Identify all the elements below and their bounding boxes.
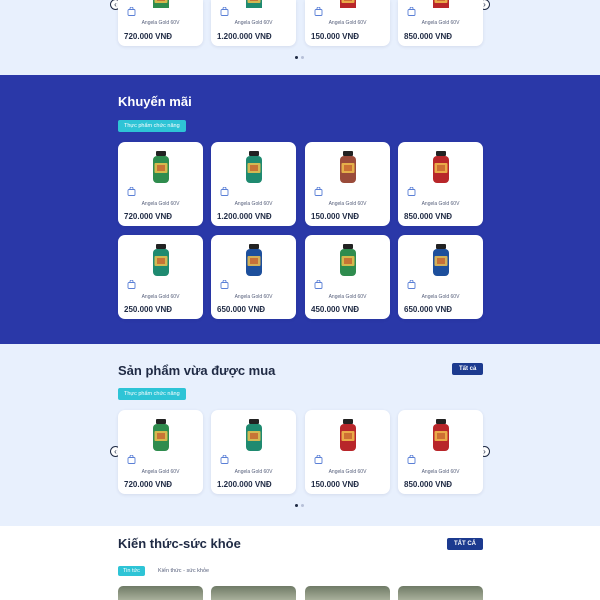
section-title: Sản phẩm vừa được mua [118,363,276,378]
product-name[interactable]: Angela Gold 60V [118,20,203,26]
product-price: 650.000 VNĐ [217,305,266,314]
product-name[interactable]: Angela Gold 60V [398,469,483,475]
product-price: 150.000 VNĐ [311,480,360,489]
product-price: 720.000 VNĐ [124,212,173,221]
cart-icon[interactable] [407,451,416,464]
product-card[interactable]: Angela Gold 60V 450.000 VNĐ [305,235,390,319]
cart-icon[interactable] [220,3,229,16]
product-card[interactable]: Angela Gold 60V 1.200.000 VNĐ [211,0,296,46]
product-name[interactable]: Angela Gold 60V [211,294,296,300]
product-card[interactable]: Angela Gold 60V 850.000 VNĐ [398,142,483,226]
product-card[interactable]: Angela Gold 60V 650.000 VNĐ [211,235,296,319]
cart-icon[interactable] [127,183,136,196]
news-thumbnail[interactable] [211,586,296,600]
category-tag[interactable]: Thực phẩm chức năng [118,120,186,132]
cart-icon[interactable] [314,3,323,16]
product-card[interactable]: Angela Gold 60V 720.000 VNĐ [118,0,203,46]
product-name[interactable]: Angela Gold 60V [118,201,203,207]
carousel-dots[interactable] [295,504,304,507]
product-card[interactable]: Angela Gold 60V 250.000 VNĐ [118,235,203,319]
category-tag[interactable]: Thực phẩm chức năng [118,388,186,400]
product-price: 720.000 VNĐ [124,32,173,41]
product-name[interactable]: Angela Gold 60V [211,469,296,475]
product-name[interactable]: Angela Gold 60V [211,20,296,26]
product-name[interactable]: Angela Gold 60V [305,294,390,300]
tab-news[interactable]: Tin tức [118,566,145,576]
news-thumbnail[interactable] [305,586,390,600]
cart-icon[interactable] [127,451,136,464]
product-card[interactable]: Angela Gold 60V 1.200.000 VNĐ [211,410,296,494]
product-card[interactable]: Angela Gold 60V 720.000 VNĐ [118,410,203,494]
product-name[interactable]: Angela Gold 60V [398,201,483,207]
product-price: 1.200.000 VNĐ [217,480,272,489]
tab-health-knowledge[interactable]: Kiến thức - sức khỏe [158,568,209,574]
product-name[interactable]: Angela Gold 60V [305,469,390,475]
product-card[interactable]: Angela Gold 60V 720.000 VNĐ [118,142,203,226]
product-name[interactable]: Angela Gold 60V [211,201,296,207]
product-card[interactable]: Angela Gold 60V 650.000 VNĐ [398,235,483,319]
product-price: 1.200.000 VNĐ [217,212,272,221]
news-section: Kiến thức-sức khỏe TẤT CẢ [0,526,600,600]
product-price: 150.000 VNĐ [311,32,360,41]
product-card[interactable]: Angela Gold 60V 150.000 VNĐ [305,410,390,494]
news-thumbnail[interactable] [398,586,483,600]
cart-icon[interactable] [220,183,229,196]
product-card[interactable]: Angela Gold 60V 850.000 VNĐ [398,410,483,494]
product-price: 850.000 VNĐ [404,480,453,489]
product-name[interactable]: Angela Gold 60V [305,20,390,26]
news-thumbnail[interactable] [118,586,203,600]
product-price: 720.000 VNĐ [124,480,173,489]
carousel-dots[interactable] [295,56,304,59]
cart-icon[interactable] [407,183,416,196]
cart-icon[interactable] [407,3,416,16]
view-all-button[interactable]: Tất cả [452,363,484,375]
product-price: 1.200.000 VNĐ [217,32,272,41]
product-price: 150.000 VNĐ [311,212,360,221]
top-product-strip: ‹ › Angela Gold 60V 720.000 VNĐ Angela Gol… [0,0,600,75]
product-name[interactable]: Angela Gold 60V [118,294,203,300]
cart-icon[interactable] [314,183,323,196]
product-price: 850.000 VNĐ [404,32,453,41]
product-price: 450.000 VNĐ [311,305,360,314]
cart-icon[interactable] [127,3,136,16]
cart-icon[interactable] [220,451,229,464]
cart-icon[interactable] [407,276,416,289]
view-all-button[interactable]: TẤT CẢ [447,538,483,550]
product-card[interactable]: Angela Gold 60V 1.200.000 VNĐ [211,142,296,226]
product-name[interactable]: Angela Gold 60V [398,20,483,26]
cart-icon[interactable] [127,276,136,289]
product-name[interactable]: Angela Gold 60V [118,469,203,475]
product-name[interactable]: Angela Gold 60V [305,201,390,207]
recent-section: Sản phẩm vừa được mua Tất cả Thực phẩm c… [0,344,600,526]
cart-icon[interactable] [314,276,323,289]
product-price: 850.000 VNĐ [404,212,453,221]
cart-icon[interactable] [220,276,229,289]
product-card[interactable]: Angela Gold 60V 150.000 VNĐ [305,0,390,46]
product-card[interactable]: Angela Gold 60V 150.000 VNĐ [305,142,390,226]
section-title: Khuyến mãi [118,94,192,109]
product-name[interactable]: Angela Gold 60V [398,294,483,300]
section-title: Kiến thức-sức khỏe [118,536,241,551]
cart-icon[interactable] [314,451,323,464]
product-price: 250.000 VNĐ [124,305,173,314]
promo-section: Khuyến mãi Thực phẩm chức năng Angela Go… [0,75,600,344]
product-card[interactable]: Angela Gold 60V 850.000 VNĐ [398,0,483,46]
product-price: 650.000 VNĐ [404,305,453,314]
